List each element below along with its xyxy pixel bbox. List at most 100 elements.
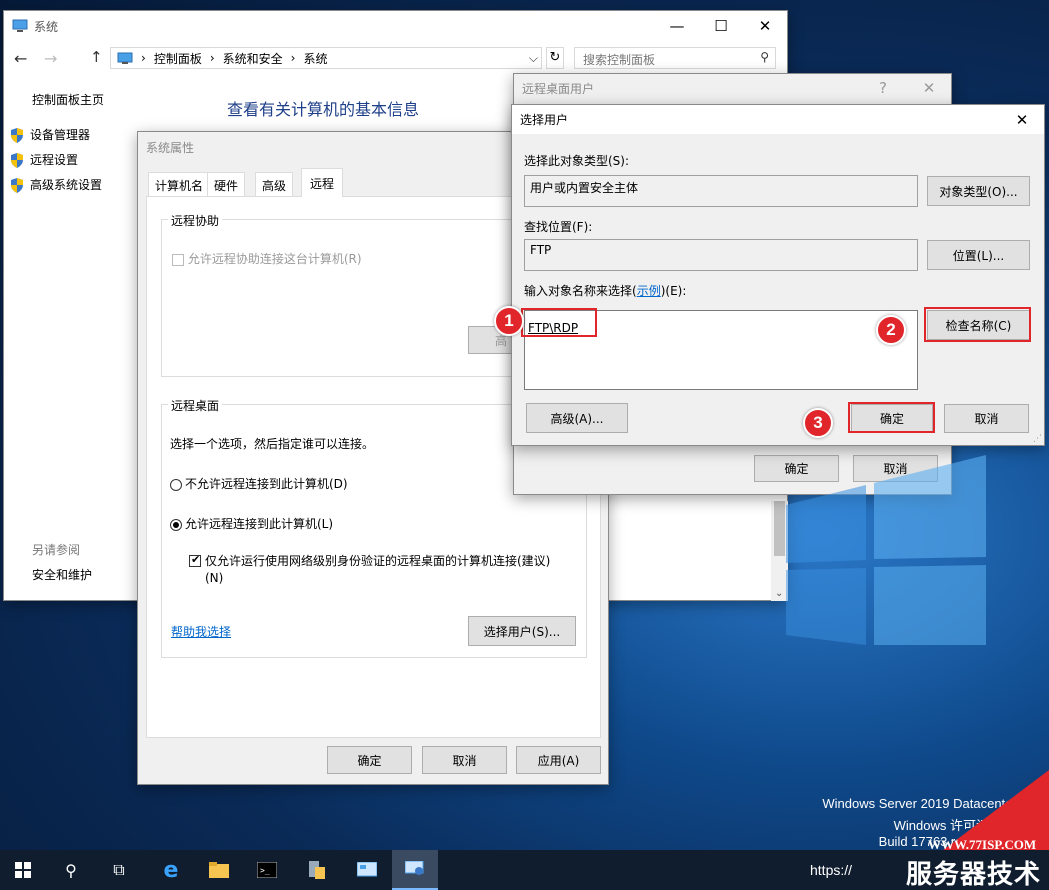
svg-text:>_: >_ [260,866,270,875]
remote-assist-checkbox[interactable]: 允许远程协助连接这台计算机(R) [172,250,362,267]
breadcrumb-system-security[interactable]: 系统和安全 [223,50,283,67]
computer-icon [12,19,28,32]
shield-icon [11,178,23,193]
control-panel-icon [117,52,133,64]
step-badge-1: 1 [494,306,524,336]
maximize-button[interactable]: ☐ [699,11,743,41]
sidebar-item-remote-settings[interactable]: 远程设置 [10,151,78,168]
help-glyph: ? [879,79,887,97]
button-label: 对象类型(O)... [939,184,1018,199]
system-properties-taskbar-icon[interactable] [392,850,438,890]
examples-link[interactable]: 示例 [637,284,661,298]
sysprops-cancel-button[interactable]: 取消 [422,746,507,774]
highlight-names-input [521,308,597,337]
breadcrumb-sep-icon: › [290,51,296,65]
label-text: )(E): [660,284,687,298]
control-panel-taskbar-icon[interactable] [344,850,390,890]
search-icon[interactable]: ⚲ [48,850,94,890]
internet-explorer-icon[interactable]: e [148,850,194,890]
radio-icon [170,478,182,491]
checkbox-icon [172,253,184,266]
sysprops-apply-button[interactable]: 应用(A) [516,746,601,774]
radio-icon [170,518,182,531]
windows-start-icon [15,862,31,878]
help-me-choose-link[interactable]: 帮助我选择 [171,623,231,640]
radio-deny-remote[interactable]: 不允许远程连接到此计算机(D) [170,475,348,492]
page-title: 查看有关计算机的基本信息 [227,100,420,119]
scroll-down-icon[interactable]: ⌄ [775,588,783,599]
button-label: 应用(A) [537,753,580,768]
search-box[interactable]: 搜索控制面板 ⚲ [574,47,776,69]
system-titlebar: 系统 — ☐ ✕ [4,11,787,41]
tab-label: 远程 [310,177,335,191]
checkbox-label: 允许远程协助连接这台计算机(R) [187,252,362,266]
address-bar[interactable]: › 控制面板 › 系统和安全 › 系统 ⌵ [110,47,542,69]
button-label: 选择用户(S)... [483,624,561,639]
windows-logo-wallpaper [786,455,986,645]
command-prompt-icon[interactable]: >_ [244,850,290,890]
remote-assist-title: 远程协助 [168,212,223,229]
location-field: FTP [524,239,918,271]
sysprops-ok-button[interactable]: 确定 [327,746,412,774]
step-badge-3: 3 [803,408,833,438]
rdu-title: 远程桌面用户 [522,81,595,96]
task-view-icon[interactable]: ⧉ [96,850,142,890]
sysprops-title: 系统属性 [146,140,195,155]
sidebar-home[interactable]: 控制面板主页 [32,91,104,108]
rdu-titlebar: 远程桌面用户 ? ✕ [514,74,951,102]
nav-back-icon[interactable]: ← [14,49,27,68]
close-button[interactable]: ✕ [1000,105,1044,134]
see-also-security-maintenance[interactable]: 安全和维护 [32,566,92,583]
locations-button[interactable]: 位置(L)... [927,240,1030,270]
scrollbar-thumb[interactable] [774,501,785,556]
breadcrumb-control-panel[interactable]: 控制面板 [154,50,202,67]
select-users-cancel-button[interactable]: 取消 [944,404,1029,433]
shield-icon [11,128,23,143]
button-label: 位置(L)... [952,248,1005,263]
radio-label: 允许远程连接到此计算机(L) [185,517,334,531]
file-explorer-icon[interactable] [196,850,242,890]
radio-allow-remote[interactable]: 允许远程连接到此计算机(L) [170,515,333,532]
tab-label: 硬件 [214,179,239,193]
select-users-button[interactable]: 选择用户(S)... [468,616,576,646]
minimize-button[interactable]: — [655,11,699,41]
refresh-icon[interactable]: ↻ [546,47,564,69]
radio-label: 不允许远程连接到此计算机(D) [185,477,348,491]
search-icon: ⚲ [760,50,769,64]
sidebar-item-label: 设备管理器 [30,128,91,142]
object-types-button[interactable]: 对象类型(O)... [927,176,1030,206]
sidebar-item-device-manager[interactable]: 设备管理器 [10,126,90,143]
start-button[interactable] [0,850,46,890]
field-value: FTP [530,243,552,257]
search-placeholder: 搜索控制面板 [583,53,656,67]
close-button[interactable]: ✕ [907,74,951,102]
tab-hardware[interactable]: 硬件 [207,172,246,196]
breadcrumb-system[interactable]: 系统 [303,50,327,67]
close-button[interactable]: ✕ [743,11,787,41]
object-type-field: 用户或内置安全主体 [524,175,918,207]
tab-label: 计算机名 [155,179,204,193]
button-label: 高级(A)... [550,411,604,426]
label-text: 输入对象名称来选择( [524,284,637,298]
chevron-down-icon[interactable]: ⌵ [529,51,538,66]
enter-names-label: 输入对象名称来选择(示例)(E): [524,282,686,299]
tab-advanced[interactable]: 高级 [255,172,294,196]
breadcrumb-sep-icon: › [141,51,146,65]
sidebar-item-label: 高级系统设置 [30,178,103,192]
resize-grip-icon[interactable]: ⋰ [1033,434,1042,444]
sidebar-item-label: 远程设置 [30,153,79,167]
taskbar: ⚲ ⧉ e >_ https:// [0,850,1049,890]
field-value: 用户或内置安全主体 [530,181,639,195]
server-manager-icon[interactable] [294,850,340,890]
advanced-button[interactable]: 高级(A)... [526,403,628,433]
nla-checkbox[interactable]: 仅允许运行使用网络级别身份验证的远程桌面的计算机连接(建议) (N) [189,553,569,587]
help-icon[interactable]: ? [861,74,905,102]
nav-forward-icon[interactable]: → [44,49,57,68]
tab-computer-name[interactable]: 计算机名 [148,172,211,196]
nla-label: 仅允许运行使用网络级别身份验证的远程桌面的计算机连接(建议) [205,554,551,568]
sidebar-item-advanced-settings[interactable]: 高级系统设置 [10,176,102,193]
nav-up-icon[interactable]: ↑ [90,48,103,66]
tab-remote[interactable]: 远程 [301,168,344,197]
location-label: 查找位置(F): [524,220,593,234]
watermark-site-name: 服务器技术网 [906,860,1042,890]
